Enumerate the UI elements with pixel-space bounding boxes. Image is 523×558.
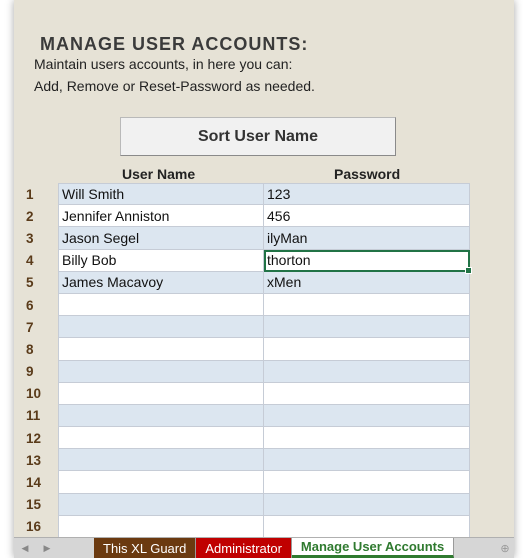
table-row: 15 [20,493,470,516]
right-arrow-icon[interactable]: ▶ [36,538,58,558]
row-number: 16 [26,519,42,535]
user-name-cell[interactable]: James Macavoy [58,271,264,294]
user-name-cell[interactable]: Jason Segel [58,227,264,250]
password-cell[interactable] [264,316,470,339]
row-number: 3 [26,230,34,246]
table-row: 10 [20,382,470,405]
password-cell[interactable] [264,360,470,383]
password-cell[interactable] [264,293,470,317]
row-number: 9 [26,364,34,380]
table-row: 2 Jennifer Anniston 456 [20,205,470,228]
password-cell[interactable] [264,471,470,494]
column-header-password: Password [334,166,401,182]
password-cell[interactable] [264,382,470,405]
table-row: 14 [20,471,470,494]
user-name-cell[interactable] [58,449,264,472]
password-cell[interactable]: thorton [264,249,472,274]
table-row: 12 [20,427,470,450]
row-number: 1 [26,186,34,202]
row-number: 4 [26,253,34,269]
password-cell[interactable]: 123 [264,183,470,206]
table-row: 3 Jason Segel ilyMan [20,227,470,250]
column-header-user-name: User Name [122,166,196,182]
password-cell[interactable] [264,427,470,450]
accounts-table: 1 Will Smith 123 2 Jennifer Anniston 456 3 Jaso… [20,183,472,538]
sort-user-name-button[interactable]: Sort User Name [120,117,396,156]
table-row: 9 [20,360,470,383]
table-row: 11 [20,404,470,428]
user-name-cell[interactable] [58,382,264,405]
password-cell[interactable] [264,338,470,361]
sheet-window: MANAGE USER ACCOUNTS: Maintain users acc… [14,0,514,558]
table-row: 7 [20,316,470,339]
user-name-cell[interactable]: Jennifer Anniston [58,205,264,228]
password-cell[interactable] [264,404,470,428]
table-row: 4 Billy Bob thorton [20,249,472,274]
password-cell[interactable]: 456 [264,205,470,228]
page-title: MANAGE USER ACCOUNTS: [40,34,309,54]
table-row: 16 [20,515,470,538]
row-number: 11 [26,408,41,424]
user-name-cell[interactable] [58,360,264,383]
sheet-tabs: This XL Guard Administrator Manage User Ac… [94,538,455,558]
user-name-cell[interactable] [58,316,264,339]
row-number: 13 [26,452,42,468]
row-number: 5 [26,275,34,291]
plus-icon[interactable]: ⊕ [496,538,514,558]
row-number: 2 [26,208,34,224]
user-name-cell[interactable] [58,471,264,494]
password-cell[interactable]: ilyMan [264,227,470,250]
description-line-1: Maintain users accounts, in here you can… [34,56,293,72]
row-number: 14 [26,475,42,491]
sheet-tab[interactable]: Manage User Accounts [291,538,455,558]
password-cell[interactable]: xMen [264,271,470,294]
sheet-tab[interactable]: Administrator [196,538,292,558]
user-name-cell[interactable] [58,404,264,428]
left-arrow-icon[interactable]: ◀ [14,538,36,558]
password-cell[interactable] [264,515,470,538]
user-name-cell[interactable] [58,427,264,450]
table-row: 5 James Macavoy xMen [20,271,470,294]
table-row: 8 [20,338,470,361]
password-cell[interactable] [264,449,470,472]
user-name-cell[interactable] [58,515,264,538]
user-name-cell[interactable] [58,493,264,516]
user-name-cell[interactable] [58,338,264,361]
row-number: 15 [26,497,42,513]
table-row: 1 Will Smith 123 [20,183,470,206]
table-row: 6 [20,293,470,317]
sheet-tab[interactable]: This XL Guard [94,538,197,558]
description-line-2: Add, Remove or Reset-Password as needed. [34,78,315,94]
row-number: 12 [26,430,42,446]
row-number: 6 [26,297,34,313]
row-number: 8 [26,341,34,357]
sheet-tab-bar: ◀ ▶ This XL Guard Administrator Manage Use… [14,537,514,558]
table-row: 13 [20,449,470,472]
row-number: 7 [26,319,34,335]
user-name-cell[interactable] [58,293,264,317]
password-cell[interactable] [264,493,470,516]
row-number: 10 [26,386,42,402]
user-name-cell[interactable]: Billy Bob [58,249,264,272]
user-name-cell[interactable]: Will Smith [58,183,264,206]
